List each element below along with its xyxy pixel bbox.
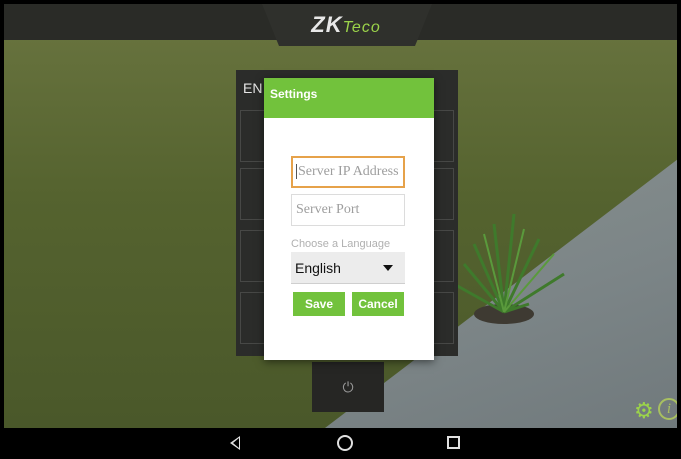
server-ip-placeholder: Server IP Address (298, 164, 399, 179)
power-button[interactable]: ⏻ (312, 362, 384, 412)
enter-label: EN (243, 80, 263, 96)
back-icon[interactable] (230, 436, 240, 450)
gear-icon[interactable]: ⚙ (634, 400, 654, 422)
dialog-title: Settings (264, 78, 434, 118)
dropdown-arrow-icon (383, 265, 393, 271)
navigation-bar (0, 428, 681, 459)
power-icon: ⏻ (342, 378, 354, 395)
home-icon[interactable] (337, 435, 353, 451)
app-screen: ZKTeco EN ⏻ ⚙ i Settings Server IP Addre… (4, 4, 677, 428)
settings-dialog: Settings Server IP Address Server Port C… (264, 78, 434, 360)
server-ip-input[interactable]: Server IP Address (291, 156, 405, 188)
language-select[interactable]: English (291, 252, 405, 284)
recents-icon[interactable] (447, 436, 460, 449)
cancel-button[interactable]: Cancel (352, 292, 404, 316)
language-label: Choose a Language (291, 238, 391, 250)
plant-decoration (453, 213, 565, 324)
server-port-placeholder: Server Port (296, 202, 360, 217)
zkteco-logo: ZKTeco (311, 12, 381, 37)
language-selected-value: English (295, 260, 341, 276)
save-button[interactable]: Save (293, 292, 345, 316)
server-port-input[interactable]: Server Port (291, 194, 405, 226)
info-icon[interactable]: i (658, 398, 677, 420)
text-cursor (296, 164, 297, 180)
